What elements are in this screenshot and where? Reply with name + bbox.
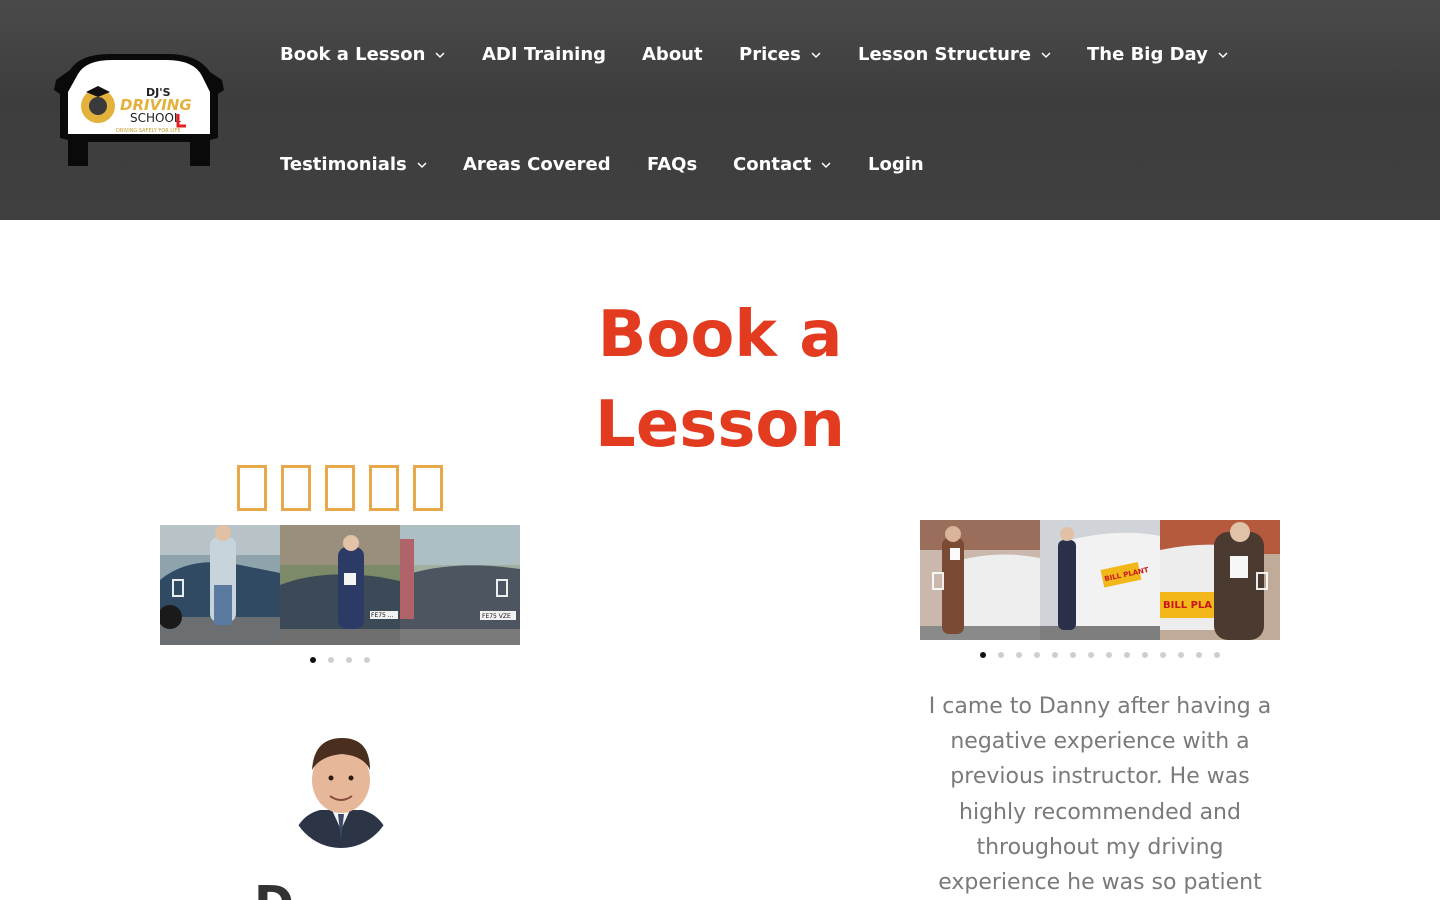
instructor-avatar xyxy=(290,730,392,848)
nav-label: Login xyxy=(868,154,924,175)
svg-text:SCHOOL: SCHOOL xyxy=(130,111,181,125)
carousel-dot[interactable] xyxy=(1088,652,1094,658)
carousel-prev-arrow-icon[interactable] xyxy=(932,572,944,590)
nav-label: Contact xyxy=(733,154,812,175)
svg-text:BILL PLA: BILL PLA xyxy=(1163,600,1212,611)
nav-login[interactable]: Login xyxy=(868,154,924,176)
nav-areas-covered[interactable]: Areas Covered xyxy=(463,154,611,176)
carousel-dot[interactable] xyxy=(364,657,370,663)
chevron-down-icon xyxy=(1218,52,1228,59)
nav-the-big-day[interactable]: The Big Day xyxy=(1087,44,1228,66)
star-icon xyxy=(369,465,399,511)
carousel-dot[interactable] xyxy=(998,652,1004,658)
instructor-name-heading: D xyxy=(254,876,294,900)
carousel-dots-right xyxy=(980,652,1220,658)
carousel-dot[interactable] xyxy=(1124,652,1130,658)
carousel-dot[interactable] xyxy=(1142,652,1148,658)
pass-photo-image: BILL PLANT xyxy=(1040,520,1160,640)
pass-photo-carousel-right[interactable]: BILL PLANT BILL PLA xyxy=(920,520,1280,640)
carousel-dot[interactable] xyxy=(1160,652,1166,658)
carousel-dot[interactable] xyxy=(1214,652,1220,658)
pass-photo-carousel-left[interactable]: FE75 ... FE75 VZE xyxy=(160,525,520,645)
nav-book-a-lesson[interactable]: Book a Lesson xyxy=(280,44,445,66)
carousel-dot[interactable] xyxy=(328,657,334,663)
carousel-prev-arrow-icon[interactable] xyxy=(172,579,184,597)
chevron-down-icon xyxy=(821,162,831,169)
carousel-next-arrow-icon[interactable] xyxy=(496,579,508,597)
carousel-dot[interactable] xyxy=(1034,652,1040,658)
star-icon xyxy=(413,465,443,511)
site-logo[interactable]: DJ'S DRIVING SCHOOL DRIVING SAFELY FOR L… xyxy=(50,50,228,170)
carousel-next-arrow-icon[interactable] xyxy=(1256,572,1268,590)
nav-faqs[interactable]: FAQs xyxy=(647,154,697,176)
carousel-dot[interactable] xyxy=(1196,652,1202,658)
star-icon xyxy=(325,465,355,511)
carousel-dots-left xyxy=(310,657,370,663)
nav-about[interactable]: About xyxy=(642,44,703,66)
nav-adi-training[interactable]: ADI Training xyxy=(482,44,606,66)
car-logo-icon: DJ'S DRIVING SCHOOL DRIVING SAFELY FOR L… xyxy=(54,54,224,166)
testimonial-text: I came to Danny after having a negative … xyxy=(928,694,1272,896)
nav-label: Lesson Structure xyxy=(858,44,1031,65)
nav-label: Prices xyxy=(739,44,801,65)
carousel-slide: FE75 ... xyxy=(280,525,400,645)
carousel-dot[interactable] xyxy=(346,657,352,663)
chevron-down-icon xyxy=(435,52,445,59)
carousel-dot[interactable] xyxy=(310,657,316,663)
site-header: DJ'S DRIVING SCHOOL DRIVING SAFELY FOR L… xyxy=(0,0,1440,220)
nav-testimonials[interactable]: Testimonials xyxy=(280,154,427,176)
carousel-dot[interactable] xyxy=(1052,652,1058,658)
svg-text:FE75 VZE: FE75 VZE xyxy=(482,613,511,620)
nav-label: Book a Lesson xyxy=(280,44,426,65)
nav-label: FAQs xyxy=(647,154,698,175)
svg-text:FE75 ...: FE75 ... xyxy=(371,612,394,619)
carousel-dot[interactable] xyxy=(1106,652,1112,658)
carousel-slide: BILL PLANT xyxy=(1040,520,1160,640)
carousel-dot[interactable] xyxy=(1070,652,1076,658)
chevron-down-icon xyxy=(417,162,427,169)
chevron-down-icon xyxy=(811,52,821,59)
rating-stars xyxy=(160,455,520,515)
instructor-photo xyxy=(290,730,392,848)
carousel-dot[interactable] xyxy=(1016,652,1022,658)
carousel-dot[interactable] xyxy=(980,652,986,658)
nav-label: Areas Covered xyxy=(463,154,611,175)
page-title-line2: Lesson xyxy=(595,388,845,462)
chevron-down-icon xyxy=(1041,52,1051,59)
svg-text:DRIVING SAFELY FOR LIFE: DRIVING SAFELY FOR LIFE xyxy=(116,128,181,134)
nav-prices[interactable]: Prices xyxy=(739,44,821,66)
nav-lesson-structure[interactable]: Lesson Structure xyxy=(858,44,1051,66)
star-icon xyxy=(281,465,311,511)
star-icon xyxy=(237,465,267,511)
nav-label: Testimonials xyxy=(280,154,407,175)
nav-label: ADI Training xyxy=(482,44,607,65)
carousel-dot[interactable] xyxy=(1178,652,1184,658)
nav-contact[interactable]: Contact xyxy=(733,154,831,176)
page-title-line1: Book a xyxy=(597,298,843,372)
page-title: Book a Lesson xyxy=(520,290,920,470)
pass-photo-image: FE75 ... xyxy=(280,525,400,645)
nav-label: About xyxy=(642,44,703,65)
nav-label: The Big Day xyxy=(1087,44,1208,65)
